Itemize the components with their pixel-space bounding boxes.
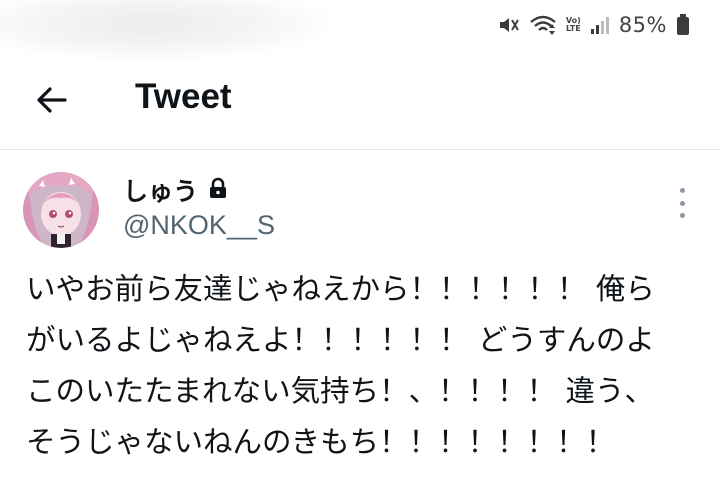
top-app-bar: Tweet: [0, 52, 720, 150]
volte-icon: Vo) LTE: [565, 16, 581, 33]
battery-icon: [676, 14, 690, 36]
screen-smudge: [0, 0, 330, 60]
wifi-icon: [529, 14, 557, 36]
tweet-text-line: このいたたまれない気持ち！、！！！！ 違う、: [26, 374, 654, 408]
tweet-text-line: そうじゃないねんのきもち！！！！！！！！: [26, 425, 616, 459]
author-name[interactable]: しゅう: [123, 172, 198, 208]
more-vertical-icon: [679, 188, 685, 193]
mute-icon: [498, 15, 520, 35]
signal-icon: [590, 15, 610, 35]
author-handle[interactable]: @NKOK__S: [123, 210, 275, 241]
back-button[interactable]: [30, 78, 74, 122]
lock-icon: [208, 177, 228, 203]
tweet-text-line: いやお前ら友達じゃねえから！！！！！！ 俺ら: [26, 272, 655, 306]
battery-percent: 85%: [618, 13, 667, 37]
tweet-text-line: がいるよじゃねえよ！！！！！！ どうすんのよ: [26, 323, 655, 357]
status-bar: Vo) LTE 85%: [0, 0, 720, 60]
tweet-detail-screen: Vo) LTE 85% Tweet しゅう @NKOK__S いやお前ら友達じゃ…: [0, 0, 720, 478]
avatar[interactable]: [23, 172, 99, 248]
page-title: Tweet: [135, 77, 232, 116]
more-options-button[interactable]: [671, 188, 693, 218]
tweet-text: いやお前ら友達じゃねえから！！！！！！ 俺ら がいるよじゃねえよ！！！！！！ ど…: [26, 264, 706, 468]
status-icons: Vo) LTE 85%: [498, 10, 690, 40]
arrow-left-icon: [37, 87, 67, 113]
author-name-row: しゅう: [123, 172, 228, 208]
tweet: しゅう @NKOK__S いやお前ら友達じゃねえから！！！！！！ 俺ら がいるよ…: [0, 150, 720, 478]
